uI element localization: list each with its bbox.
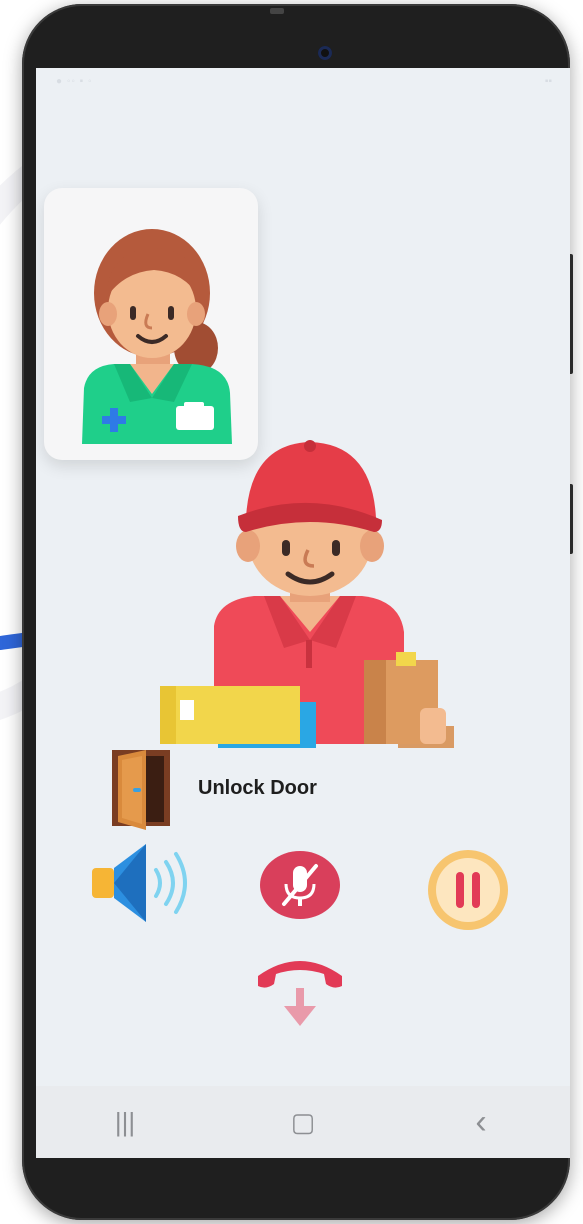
navigation-bar: ||| ▢ ‹ [36,1086,570,1158]
unlock-door-label: Unlock Door [198,776,317,799]
call-screen: ● ◦◦ ▪ ◦ ▪▪ Unlock Door ||| ▢ ‹ [36,68,570,1158]
status-bar-right: ▪▪ [544,76,552,87]
mute-button[interactable] [258,850,342,925]
top-sensor [270,8,284,14]
nurse-icon [82,229,232,444]
hang-up-button[interactable] [254,952,346,1039]
home-nav-button[interactable]: ▢ [273,1107,333,1138]
mic-off-icon [260,851,340,919]
speaker-button[interactable] [88,840,188,931]
package-stack [160,652,446,744]
door-icon [112,750,170,830]
speaker-icon [92,844,187,922]
unlock-door-button[interactable]: Unlock Door [106,746,317,830]
self-view-tile[interactable] [44,188,258,460]
hang-up-icon [258,961,342,1026]
status-bar-left: ● ◦◦ ▪ ◦ [56,76,93,87]
back-nav-button[interactable]: ‹ [451,1103,511,1142]
hold-button[interactable] [426,848,510,937]
recents-nav-button[interactable]: ||| [95,1107,155,1138]
pause-icon [428,850,508,930]
front-camera [318,46,332,60]
